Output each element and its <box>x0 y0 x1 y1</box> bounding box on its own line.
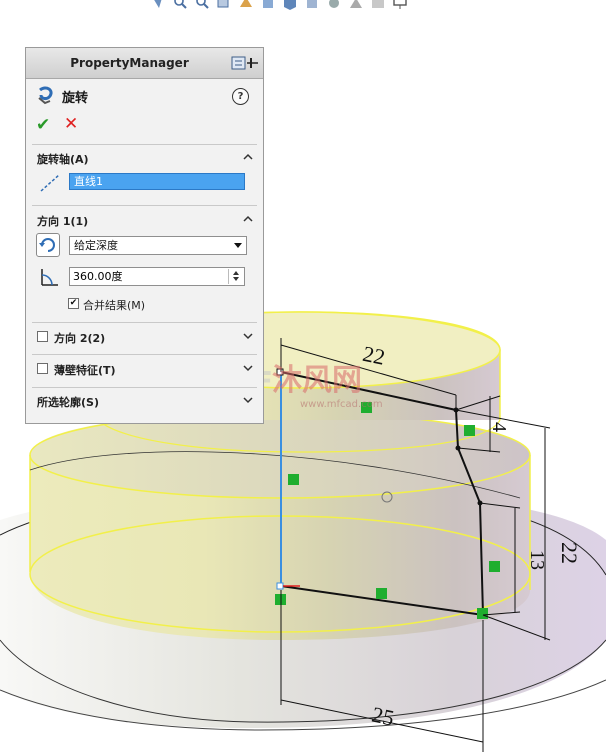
dropdown-arrow-icon <box>234 243 242 248</box>
merge-result-label: 合并结果(M) <box>83 299 146 312</box>
watermark-text: 沐风网 <box>272 363 362 398</box>
thin-feature-title[interactable]: 薄壁特征(T) <box>54 362 116 378</box>
chevron-up-icon[interactable] <box>243 153 253 160</box>
angle-input[interactable]: 360.00度 <box>69 267 245 286</box>
reverse-direction-button[interactable] <box>36 233 60 257</box>
previous-view-icon[interactable] <box>216 0 232 10</box>
cancel-button[interactable]: ✕ <box>64 114 78 134</box>
direction1-section-title[interactable]: 方向 1(1) <box>37 213 88 229</box>
feature-row: 旋转 <box>36 86 88 106</box>
chevron-up-icon[interactable] <box>243 215 253 222</box>
axis-line-icon <box>40 174 60 192</box>
divider <box>32 205 257 206</box>
help-button[interactable]: ? <box>232 88 249 105</box>
divider <box>32 144 257 145</box>
chevron-down-icon[interactable] <box>243 365 253 372</box>
property-manager-header: PropertyManager <box>26 48 263 79</box>
view-settings-icon[interactable] <box>370 0 386 10</box>
display-style-icon[interactable] <box>282 0 298 10</box>
divider <box>32 322 257 323</box>
zoom-fit-icon[interactable] <box>172 0 188 10</box>
axis-section-title[interactable]: 旋转轴(A) <box>37 151 89 167</box>
apply-scene-icon[interactable] <box>348 0 364 10</box>
revolve-feature-icon <box>38 86 53 105</box>
dim-base-width[interactable]: 25 <box>370 702 397 731</box>
axis-selection-field[interactable]: 直线1 <box>69 173 245 190</box>
divider <box>32 387 257 388</box>
ok-button[interactable]: ✔ <box>36 115 50 135</box>
direction2-title[interactable]: 方向 2(2) <box>54 330 105 346</box>
hide-show-icon[interactable] <box>304 0 320 10</box>
angle-spinner[interactable] <box>228 269 243 284</box>
monitor-icon[interactable] <box>392 0 408 10</box>
selected-contours-title[interactable]: 所选轮廓(S) <box>37 394 99 410</box>
section-view-icon[interactable] <box>238 0 254 10</box>
end-condition-value: 给定深度 <box>74 239 118 252</box>
dim-total-height[interactable]: 22 <box>557 542 582 564</box>
reverse-direction-icon <box>39 238 55 252</box>
divider <box>32 354 257 355</box>
chevron-down-icon[interactable] <box>243 333 253 340</box>
dim-lower-height[interactable]: 13 <box>526 550 548 570</box>
pin-icon[interactable] <box>231 55 259 71</box>
heads-up-toolbar <box>150 0 408 12</box>
end-condition-select[interactable]: 给定深度 <box>69 236 247 255</box>
feature-name: 旋转 <box>62 90 89 106</box>
property-manager-panel: PropertyManager 旋转 ? ✔ ✕ 旋转轴(A) 直线1 方向 1… <box>25 47 264 424</box>
zoom-area-icon[interactable] <box>194 0 210 10</box>
property-manager-title: PropertyManager <box>70 56 189 70</box>
view-orientation-icon[interactable] <box>150 0 166 10</box>
angle-value: 360.00度 <box>73 270 123 283</box>
direction2-checkbox[interactable] <box>37 331 48 342</box>
view-dynamic-icon[interactable] <box>260 0 276 10</box>
angle-icon <box>41 269 58 286</box>
watermark-url: www.mfcad.com <box>300 399 383 410</box>
thin-feature-checkbox[interactable] <box>37 363 48 374</box>
dim-step-height[interactable]: 4 <box>488 422 510 432</box>
merge-result-checkbox[interactable]: ✔ <box>68 298 79 309</box>
edit-appearance-icon[interactable] <box>326 0 342 10</box>
chevron-down-icon[interactable] <box>243 397 253 404</box>
